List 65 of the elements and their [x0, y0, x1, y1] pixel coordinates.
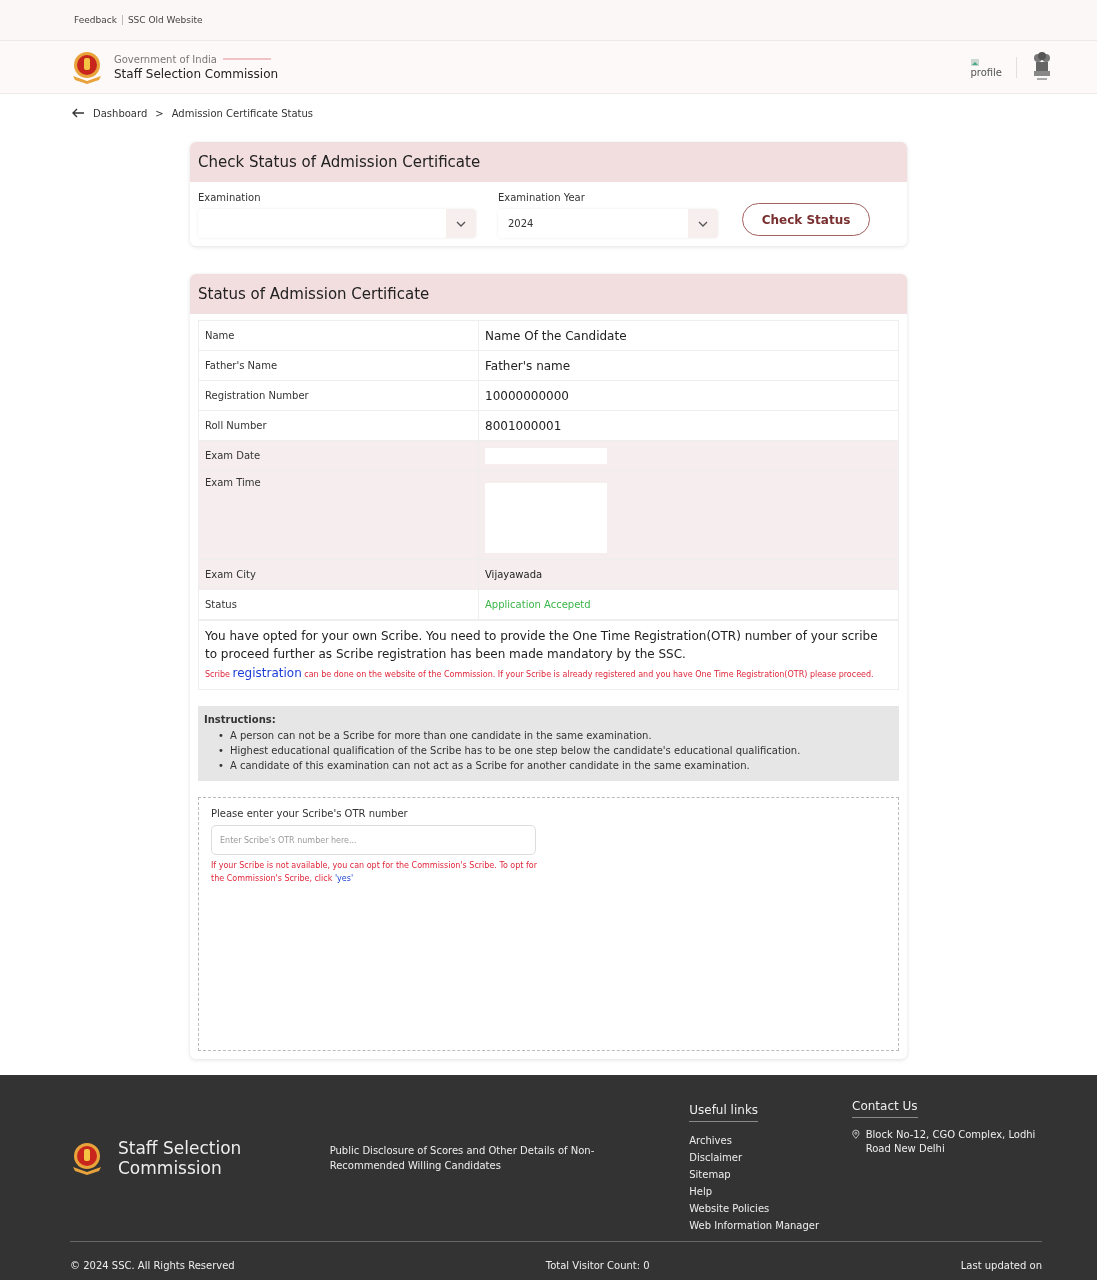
visitor-count: Total Visitor Count: 0	[545, 1259, 650, 1271]
bullet-mark: •	[218, 744, 224, 758]
table-cell: Father's Name	[199, 351, 479, 380]
table-cell-text: 10000000000	[484, 387, 570, 405]
commission-logo-icon	[70, 1141, 104, 1175]
commission-scribe-hint: If your Scribe is not available, you can opt for the Commission's Scribe. To opt for the Commission's Scribe, click 'yes'	[211, 860, 538, 885]
useful-links-heading: Useful links	[689, 1103, 759, 1122]
commission-logo-icon	[70, 50, 104, 84]
copyright-text: © 2024 SSC. All Rights Reserved	[70, 1259, 235, 1271]
contact-address: Block No-12, CGO Complex, Lodhi Road New Delhi	[865, 1128, 1037, 1156]
broken-image-icon	[970, 56, 981, 67]
table-cell: Registration Number	[199, 381, 479, 410]
footer-brand: Staff Selection Commission	[118, 1138, 243, 1178]
back-arrow-icon[interactable]	[72, 108, 85, 118]
scribe-notice: You have opted for your own Scribe. You need to provide the One Time Registration(OTR) number of your scribe to proceed further as Scribe registration has been made mandatory by the SSC.	[205, 628, 879, 663]
breadcrumb-link[interactable]: Admission Certificate Status	[171, 107, 313, 119]
table-cell: Exam Time	[199, 471, 479, 559]
card-title: Status of Admission Certificate	[190, 274, 907, 314]
otr-label: Please enter your Scribe's OTR number	[211, 808, 409, 819]
dropdown-field[interactable]	[198, 209, 476, 238]
breadcrumb-link[interactable]: Dashboard	[93, 107, 148, 119]
contact-heading: Contact Us	[852, 1099, 918, 1118]
table-cell-text: Father's name	[484, 357, 572, 375]
footer-link[interactable]: Archives	[689, 1132, 852, 1149]
footer-link[interactable]: Web Information Manager	[689, 1217, 852, 1234]
footer-link[interactable]: Website Policies	[689, 1200, 852, 1217]
table-cell: Exam City	[199, 560, 479, 589]
chevron-down-icon	[456, 220, 466, 227]
field-label: Examination Year	[498, 192, 586, 203]
top-link[interactable]: SSC Old Website	[127, 15, 203, 25]
status-value: Application Accepetd	[484, 598, 592, 612]
profile-image-alt[interactable]: profile	[970, 66, 1002, 78]
field-label: Examination	[198, 192, 262, 203]
registration-link[interactable]: registration	[232, 666, 302, 680]
table-cell: Name	[199, 321, 479, 350]
yes-link[interactable]: 'yes'	[334, 874, 354, 883]
instruction-item: A person can not be a Scribe for more than one candidate in the same examination.	[229, 729, 652, 743]
footer-link[interactable]: Help	[689, 1183, 852, 1200]
table-cell: Status	[199, 590, 479, 619]
table-cell-text: Name Of the Candidate	[484, 327, 628, 345]
breadcrumb-separator: >	[155, 107, 164, 119]
government-label: Government of India	[114, 53, 217, 65]
table-cell: Exam Date	[199, 441, 479, 470]
bullet-mark: •	[218, 729, 224, 743]
disclosure-link[interactable]: Public Disclosure of Scores and Other Details of Non-Recommended Willing Candidates	[329, 1143, 630, 1173]
bullet-mark: •	[218, 759, 224, 773]
dropdown-field[interactable]: 2024	[498, 209, 718, 238]
instructions-title: Instructions:	[204, 714, 276, 725]
otr-input-field[interactable]: Enter Scribe's OTR number here...	[211, 825, 536, 855]
footer-link[interactable]: Sitemap	[689, 1166, 852, 1183]
chevron-down-icon	[698, 220, 708, 227]
last-updated-text: Last updated on	[960, 1259, 1042, 1271]
commission-title: Staff Selection Commission	[114, 66, 279, 81]
location-pin-icon	[852, 1128, 860, 1141]
table-cell-text: 8001000001	[484, 417, 563, 435]
table-cell-text: Vijayawada	[484, 568, 544, 582]
top-link[interactable]: Feedback	[74, 15, 117, 25]
card-title: Check Status of Admission Certificate	[190, 142, 907, 182]
national-emblem-icon	[1033, 51, 1051, 83]
registration-note: Scribe registration can be done on the website of the Commission. If your Scribe is already registered and you have One Time Registration(OTR) please proceed.	[205, 667, 875, 681]
footer-link[interactable]: Disclaimer	[689, 1149, 852, 1166]
instruction-item: Highest educational qualification of the Scribe has to be one step below the candidate's educational qualification.	[229, 744, 801, 758]
table-cell: Roll Number	[199, 411, 479, 440]
instruction-item: A candidate of this examination can not act as a Scribe for another candidate in the same examination.	[229, 759, 750, 773]
check-status-button[interactable]: Check Status	[742, 203, 870, 236]
